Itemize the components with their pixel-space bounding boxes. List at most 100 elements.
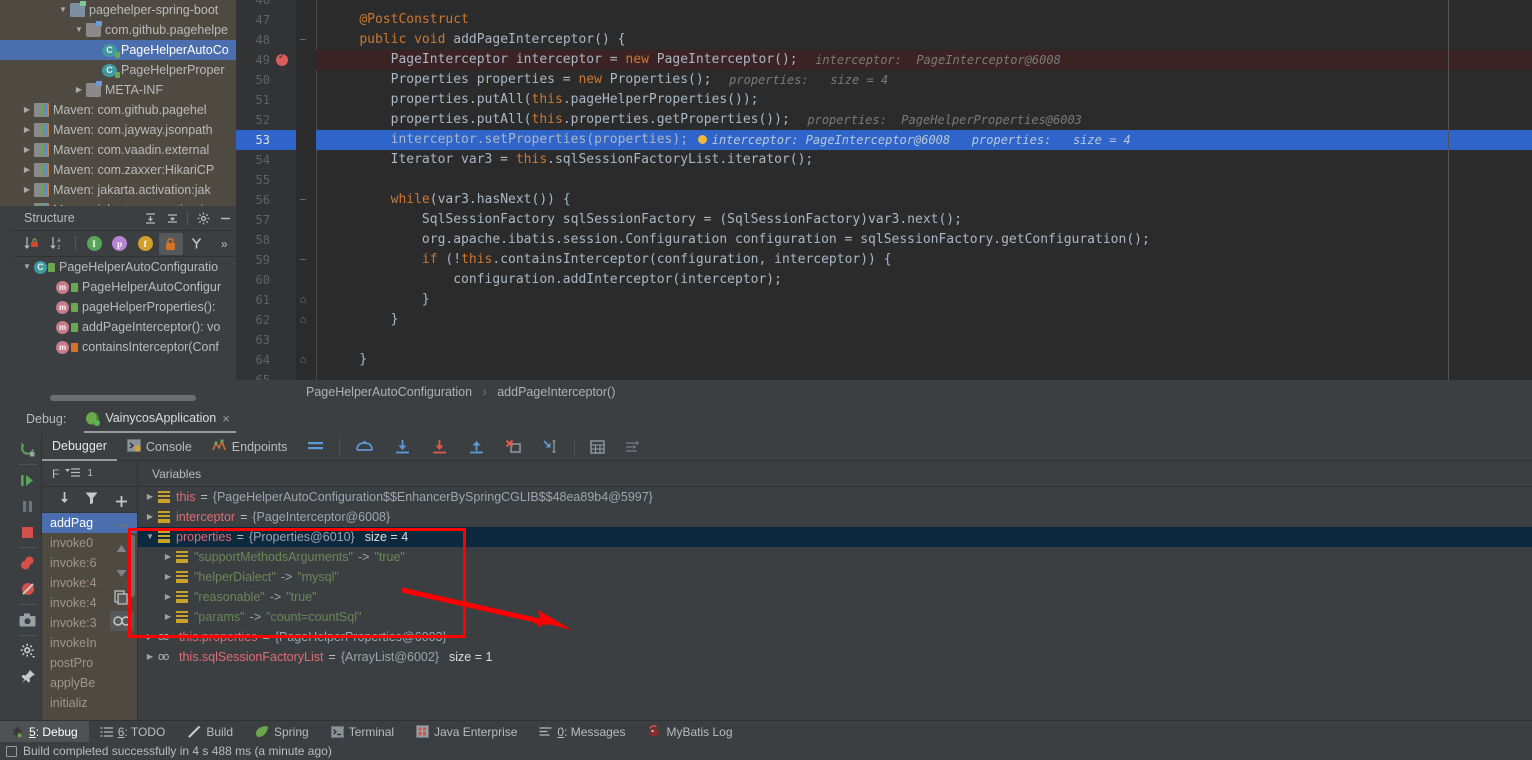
resume-icon[interactable]: [16, 468, 40, 492]
variable-entry-row[interactable]: ▶"reasonable"->"true": [138, 587, 1532, 607]
gear-icon[interactable]: [192, 209, 214, 227]
twisty-closed-icon[interactable]: ▶: [20, 140, 34, 160]
project-tree-item[interactable]: ▼com.github.pagehelpe: [0, 20, 236, 40]
structure-item[interactable]: mpageHelperProperties():: [14, 297, 236, 317]
collapse-all-icon[interactable]: [161, 209, 183, 227]
bottom-tab-5-debug[interactable]: 5: Debug: [0, 721, 89, 743]
stop-icon[interactable]: [16, 520, 40, 544]
filter-icon[interactable]: [85, 491, 98, 508]
code-fold-icon[interactable]: −: [296, 190, 310, 210]
drop-frame-button[interactable]: [495, 433, 532, 461]
twisty-closed-icon[interactable]: ▶: [160, 587, 176, 607]
mute-breakpoints-icon[interactable]: [16, 577, 40, 601]
lightbulb-icon[interactable]: [698, 135, 707, 144]
code-line[interactable]: 46: [236, 0, 1532, 10]
project-tree-item[interactable]: ▶Maven: com.github.pagehel: [0, 100, 236, 120]
twisty-open-icon[interactable]: ▼: [142, 527, 158, 547]
twisty-closed-icon[interactable]: ▶: [142, 487, 158, 507]
export-icon[interactable]: [58, 491, 71, 509]
variable-entry-row[interactable]: ▶"helperDialect"->"mysql": [138, 567, 1532, 587]
code-line[interactable]: 47 @PostConstruct: [236, 10, 1532, 30]
show-inherited-icon[interactable]: I: [82, 233, 106, 255]
breadcrumb-method[interactable]: addPageInterceptor(): [497, 385, 615, 399]
show-non-public-icon[interactable]: [159, 233, 183, 255]
down-icon[interactable]: [110, 563, 134, 583]
debug-session-tab[interactable]: VainycosApplication ×: [84, 405, 236, 433]
twisty-closed-icon[interactable]: ▶: [160, 567, 176, 587]
code-fold-icon[interactable]: ⌂: [296, 350, 310, 370]
code-line[interactable]: 56− while(var3.hasNext()) {: [236, 190, 1532, 210]
project-tree-item[interactable]: ▶Maven: com.jayway.jsonpath: [0, 120, 236, 140]
force-step-into-button[interactable]: [421, 433, 458, 461]
show-fields-icon[interactable]: f: [133, 233, 157, 255]
code-line[interactable]: 60 configuration.addInterceptor(intercep…: [236, 270, 1532, 290]
rerun-icon[interactable]: [16, 437, 40, 461]
project-tree-item[interactable]: ▼pagehelper-spring-boot: [0, 0, 236, 20]
bottom-tab-mybatis-log[interactable]: MyBatis Log: [636, 721, 743, 743]
code-line[interactable]: 53 interceptor.setProperties(properties)…: [236, 130, 1532, 150]
twisty-closed-icon[interactable]: ▶: [20, 120, 34, 140]
twisty-closed-icon[interactable]: ▶: [142, 627, 158, 647]
bottom-tab-java-enterprise[interactable]: Java Enterprise: [405, 721, 528, 743]
hide-panel-icon[interactable]: [214, 209, 236, 227]
variable-row[interactable]: ▶this={PageHelperAutoConfiguration$$Enha…: [138, 487, 1532, 507]
tab-endpoints[interactable]: Endpoints: [202, 433, 298, 461]
twisty-open-icon[interactable]: ▼: [20, 257, 34, 277]
sort-by-visibility-icon[interactable]: [20, 233, 44, 255]
breakpoint-icon[interactable]: [276, 54, 288, 66]
bottom-tab-6-todo[interactable]: 6: TODO: [89, 721, 177, 743]
code-line[interactable]: 62⌂ }: [236, 310, 1532, 330]
twisty-closed-icon[interactable]: ▶: [142, 507, 158, 527]
code-line[interactable]: 55: [236, 170, 1532, 190]
twisty-open-icon[interactable]: ▼: [72, 20, 86, 40]
variable-row[interactable]: ▶oothis.properties={PageHelperProperties…: [138, 627, 1532, 647]
evaluate-expression-button[interactable]: [580, 433, 615, 461]
inspect-icon[interactable]: [110, 611, 134, 631]
bottom-tab-0-messages[interactable]: 0: Messages: [528, 721, 636, 743]
add-watch-icon[interactable]: [110, 491, 134, 511]
twisty-closed-icon[interactable]: ▶: [20, 160, 34, 180]
variables-list[interactable]: ▶this={PageHelperAutoConfiguration$$Enha…: [138, 487, 1532, 720]
view-breakpoints-icon[interactable]: [16, 551, 40, 575]
sort-alphabetically-icon[interactable]: az: [46, 233, 70, 255]
project-tree-item[interactable]: CPageHelperProper: [0, 60, 236, 80]
step-into-button[interactable]: [384, 433, 421, 461]
variables-toolbar[interactable]: [105, 487, 138, 720]
bottom-tab-build[interactable]: Build: [176, 721, 244, 743]
step-out-button[interactable]: [458, 433, 495, 461]
close-icon[interactable]: ×: [222, 411, 230, 426]
code-editor[interactable]: 4647 @PostConstruct48− public void addPa…: [236, 0, 1532, 380]
code-line[interactable]: 49 PageInterceptor interceptor = new Pag…: [236, 50, 1532, 70]
structure-item[interactable]: mPageHelperAutoConfigur: [14, 277, 236, 297]
project-tree-panel[interactable]: ▼pagehelper-spring-boot▼com.github.pageh…: [0, 0, 236, 206]
bottom-tab-terminal[interactable]: Terminal: [320, 721, 405, 743]
structure-item[interactable]: mcontainsInterceptor(Conf: [14, 337, 236, 357]
code-fold-icon[interactable]: ⌂: [296, 290, 310, 310]
variable-row[interactable]: ▼properties={Properties@6010}size = 4: [138, 527, 1532, 547]
step-over-button[interactable]: [345, 433, 384, 461]
variable-entry-row[interactable]: ▶"supportMethodsArguments"->"true": [138, 547, 1532, 567]
settings-gear-icon[interactable]: [16, 639, 40, 663]
structure-toolbar[interactable]: az I p f »: [14, 231, 236, 257]
up-icon[interactable]: [110, 539, 134, 559]
code-line[interactable]: 54 Iterator var3 = this.sqlSessionFactor…: [236, 150, 1532, 170]
project-tree-item[interactable]: ▶META-INF: [0, 80, 236, 100]
breadcrumb-class[interactable]: PageHelperAutoConfiguration: [306, 385, 472, 399]
twisty-closed-icon[interactable]: ▶: [160, 607, 176, 627]
debug-left-toolbar[interactable]: [14, 433, 42, 720]
screenshot-icon[interactable]: [16, 608, 40, 632]
project-tree-item[interactable]: CPageHelperAutoCo: [0, 40, 236, 60]
code-fold-icon[interactable]: −: [296, 30, 310, 50]
twisty-closed-icon[interactable]: ▶: [20, 100, 34, 120]
variable-row[interactable]: ▶interceptor={PageInterceptor@6008}: [138, 507, 1532, 527]
code-fold-icon[interactable]: ⌂: [296, 310, 310, 330]
twisty-closed-icon[interactable]: ▶: [72, 80, 86, 100]
more-icon[interactable]: »: [212, 233, 236, 255]
structure-list[interactable]: ▼CPageHelperAutoConfiguratiomPageHelperA…: [14, 257, 236, 357]
frame-filter-icon[interactable]: [65, 467, 81, 481]
code-line[interactable]: 51 properties.putAll(this.pageHelperProp…: [236, 90, 1532, 110]
code-fold-icon[interactable]: −: [296, 250, 310, 270]
structure-item[interactable]: ▼CPageHelperAutoConfiguratio: [14, 257, 236, 277]
expand-all-icon[interactable]: [139, 209, 161, 227]
code-line[interactable]: 58 org.apache.ibatis.session.Configurati…: [236, 230, 1532, 250]
